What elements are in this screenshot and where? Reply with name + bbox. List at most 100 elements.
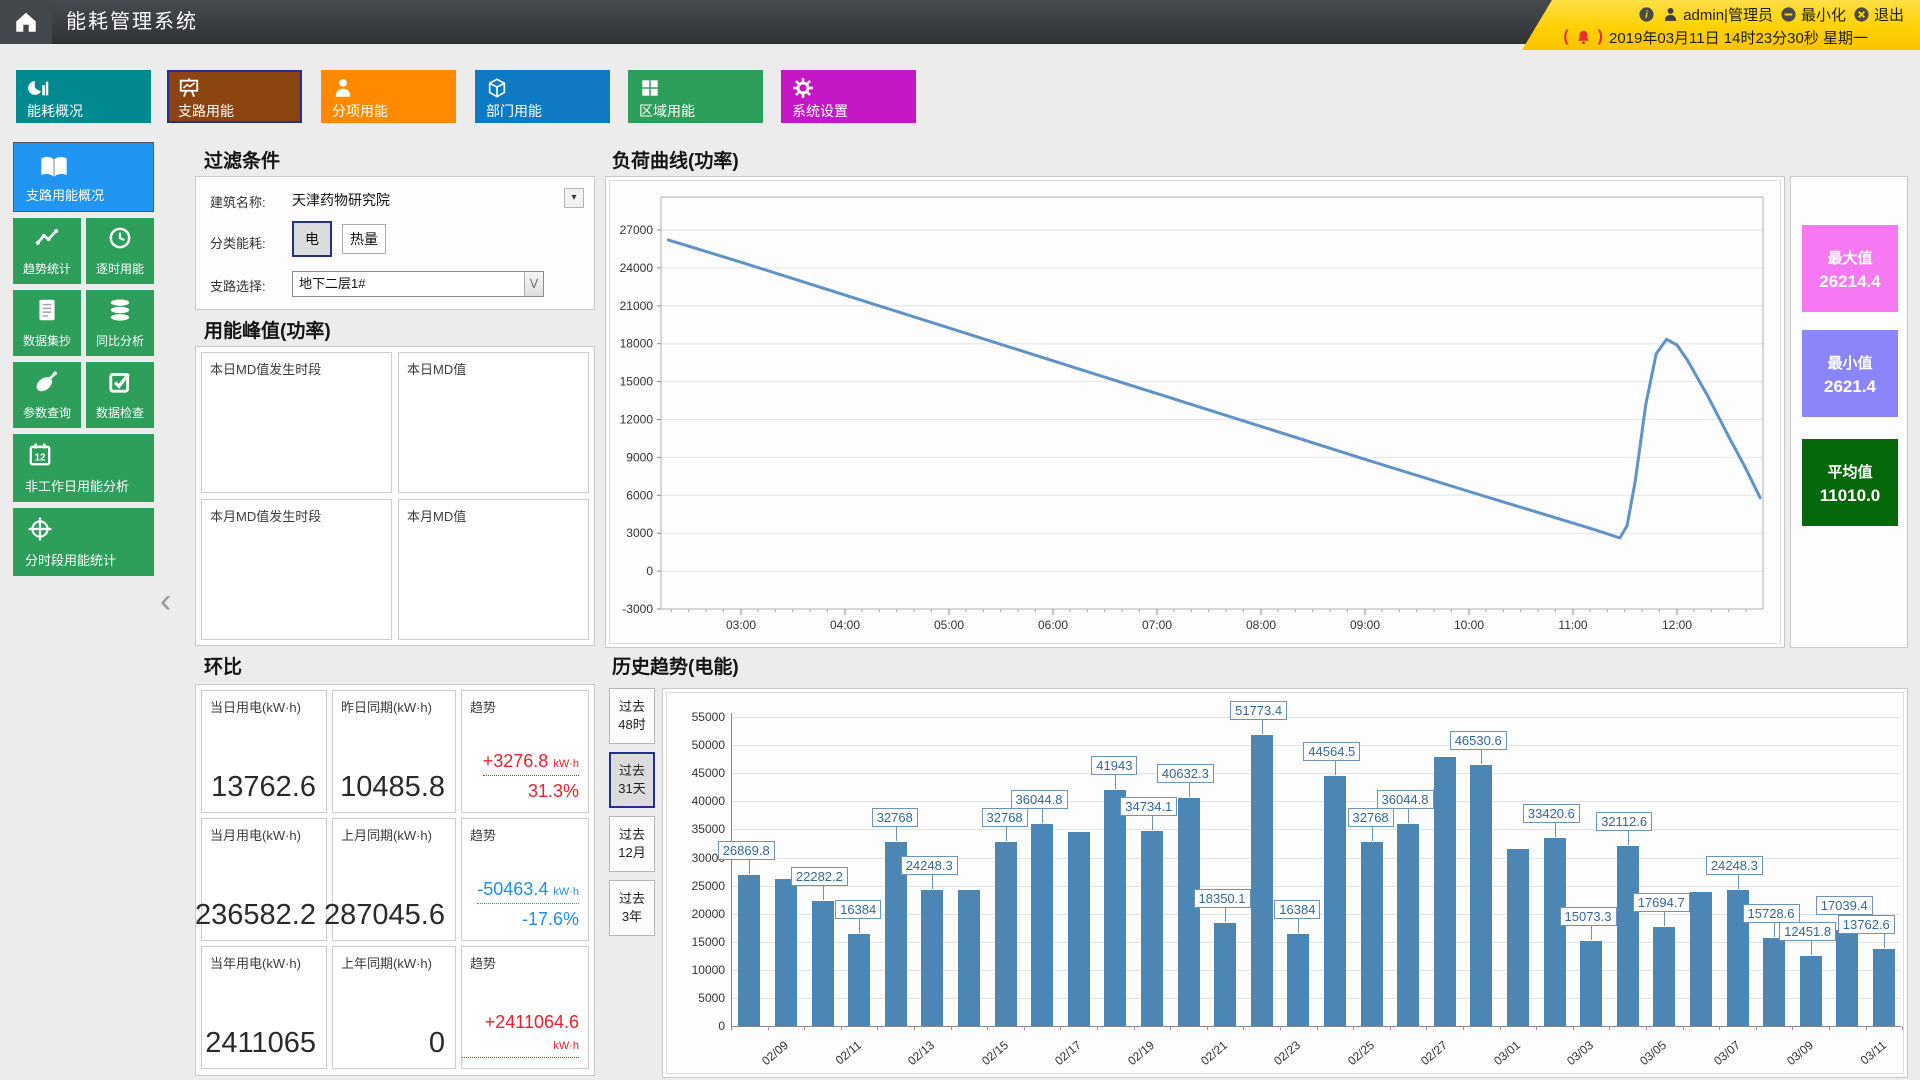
nav-tab-4[interactable]: 部门用能	[475, 70, 610, 123]
huanbi-grid: 当日用电(kW·h) 13762.6 昨日同期(kW·h) 10485.8 趋势 +32…	[195, 690, 589, 1070]
clock-icon	[107, 225, 133, 251]
bar-value-label: 41943	[1091, 756, 1138, 776]
bar-x-tick: 03/07	[1710, 1038, 1743, 1069]
huanbi-cell-r2c1: 当月用电(kW·h) 236582.2	[195, 818, 327, 941]
bar-x-tick: 02/15	[978, 1038, 1011, 1069]
building-label: 建筑名称:	[210, 195, 266, 210]
bar-value-label: 44564.5	[1303, 741, 1361, 761]
branch-label: 支路选择:	[210, 279, 266, 294]
bar-02-28	[1763, 937, 1786, 1026]
energy-management-dashboard: 能耗管理系统 i admin|管理员 最小化 退出 () 2019年03月11…	[0, 0, 1920, 1080]
period-button-1[interactable]: 过去 48时	[609, 688, 655, 744]
sidebar-item-2[interactable]: 趋势统计	[13, 218, 81, 284]
huanbi-cell-label: 趋势	[470, 700, 497, 715]
bar-y-tick: 0	[718, 1019, 725, 1033]
bar-02-17	[1360, 841, 1383, 1026]
crosshair-icon	[27, 516, 53, 542]
bar-02-11	[1140, 830, 1163, 1026]
peak-box-2: 本日MD值	[398, 352, 589, 493]
nav-tab-2[interactable]: 支路用能	[167, 70, 302, 123]
user-name: admin|管理员	[1683, 6, 1773, 24]
branch-select[interactable]: 地下二层1# ⋁	[292, 271, 544, 297]
bar-02-30	[1836, 930, 1859, 1026]
calendar-12-icon: 12	[27, 442, 53, 468]
bar-x-tick: 02/19	[1124, 1038, 1157, 1069]
sidebar-item-3[interactable]: 逐时用能	[86, 218, 154, 284]
sidebar-collapse-arrow[interactable]: ‹	[160, 584, 171, 618]
bar-02-1	[774, 878, 797, 1026]
sidebar-item-label: 趋势统计	[22, 262, 72, 276]
bar-value-label: 36044.8	[1010, 789, 1068, 809]
load-line-chart: 27000 24000 21000 18000 15000 12000 9000 6000 30…	[620, 196, 1764, 632]
stat-value: 11010.0	[1819, 486, 1881, 505]
energy-option-electric[interactable]: 电	[292, 221, 332, 257]
period-button-3[interactable]: 过去 12月	[609, 816, 655, 872]
sidebar-item-label: 支路用能概况	[26, 188, 105, 203]
period-button-2[interactable]: 过去 31天	[609, 752, 655, 808]
trend-delta: +3276.8 kW·h	[482, 751, 579, 776]
bar-02-3	[848, 934, 871, 1026]
bar-value-label: 32768	[871, 807, 918, 827]
nav-tab-5[interactable]: 区域用能	[628, 70, 763, 123]
peak-box-1: 本日MD值发生时段	[201, 352, 392, 493]
building-dropdown-button[interactable]: ▾	[564, 188, 584, 208]
bar-02-16	[1323, 775, 1346, 1026]
bar-02-20	[1470, 764, 1493, 1026]
bar-value-label: 32112.6	[1596, 811, 1653, 831]
history-chart-title: 历史趋势(电能)	[612, 657, 739, 678]
document-icon	[34, 297, 60, 323]
svg-text:24000: 24000	[620, 261, 654, 275]
trend-delta: -50463.4 kW·h	[477, 879, 579, 904]
branch-dropdown-arrow-icon[interactable]: ⋁	[524, 272, 543, 296]
bar-x-tick: 02/25	[1344, 1038, 1377, 1069]
home-icon	[16, 12, 36, 32]
person-icon	[332, 77, 354, 99]
period-button-4[interactable]: 过去 3年	[609, 880, 655, 936]
peak-box-label: 本月MD值	[407, 509, 467, 524]
bar-02-8	[1031, 823, 1054, 1026]
bar-02-0	[738, 875, 761, 1026]
sidebar-item-4[interactable]: 数据集抄	[13, 290, 81, 356]
bar-y-tick: 55000	[691, 710, 725, 724]
sidebar-item-1[interactable]: 支路用能概况	[13, 142, 154, 212]
nav-tab-3[interactable]: 分项用能	[321, 70, 456, 123]
huanbi-cell-r3c3: 趋势 +2411064.6 kW·h	[461, 946, 589, 1069]
bar-y-tick: 50000	[691, 738, 725, 753]
book-icon	[38, 151, 70, 183]
huanbi-cell-label: 当年用电(kW·h)	[210, 956, 301, 971]
sidebar-item-5[interactable]: 同比分析	[86, 290, 154, 356]
huanbi-cell-r1c1: 当日用电(kW·h) 13762.6	[201, 690, 327, 813]
bar-value-label: 12451.8	[1779, 922, 1837, 941]
bar-value-label: 18350.1	[1193, 888, 1251, 908]
energy-option-heat[interactable]: 热量	[342, 224, 386, 254]
bar-02-24	[1616, 845, 1639, 1026]
nav-tab-1[interactable]: 能耗概况	[16, 70, 151, 123]
energy-type-label: 分类能耗:	[210, 236, 266, 251]
peak-box-4: 本月MD值	[398, 499, 589, 640]
huanbi-cell-r3c2: 上年同期(kW·h) 0	[332, 946, 456, 1069]
bar-value-label: 16384	[1274, 900, 1321, 919]
peak-grid: 本日MD值发生时段 本日MD值本月MD值发生时段 本月MD值	[201, 352, 589, 640]
sidebar-item-label: 非工作日用能分析	[25, 479, 130, 494]
info-icon[interactable]: i	[1638, 6, 1655, 23]
sidebar-item-8[interactable]: 12 非工作日用能分析	[13, 434, 154, 502]
sidebar-item-9[interactable]: 分时段用能统计	[13, 508, 154, 576]
stat-value: 26214.4	[1819, 272, 1881, 291]
alarm-bell-icon[interactable]	[1575, 29, 1592, 46]
peak-box-label: 本月MD值发生时段	[210, 509, 322, 524]
huanbi-cell-label: 趋势	[470, 956, 497, 971]
logout-button[interactable]: 退出	[1853, 4, 1904, 25]
nav-tab-6[interactable]: 系统设置	[781, 70, 916, 123]
bar-02-26	[1689, 892, 1712, 1026]
sidebar-item-6[interactable]: 参数查询	[13, 362, 81, 428]
bar-y-tick: 15000	[691, 934, 725, 949]
huanbi-cell-value: 287045.6	[324, 899, 445, 931]
huanbi-cell-label: 当日用电(kW·h)	[210, 700, 301, 715]
nav-tab-label: 支路用能	[178, 103, 234, 119]
home-button[interactable]	[0, 0, 52, 44]
svg-text:21000: 21000	[620, 299, 654, 313]
minimize-button[interactable]: 最小化	[1780, 4, 1846, 25]
stat-label: 最小值	[1827, 355, 1873, 372]
sidebar-item-7[interactable]: 数据检查	[86, 362, 154, 428]
building-select[interactable]: 天津药物研究院	[292, 190, 390, 210]
